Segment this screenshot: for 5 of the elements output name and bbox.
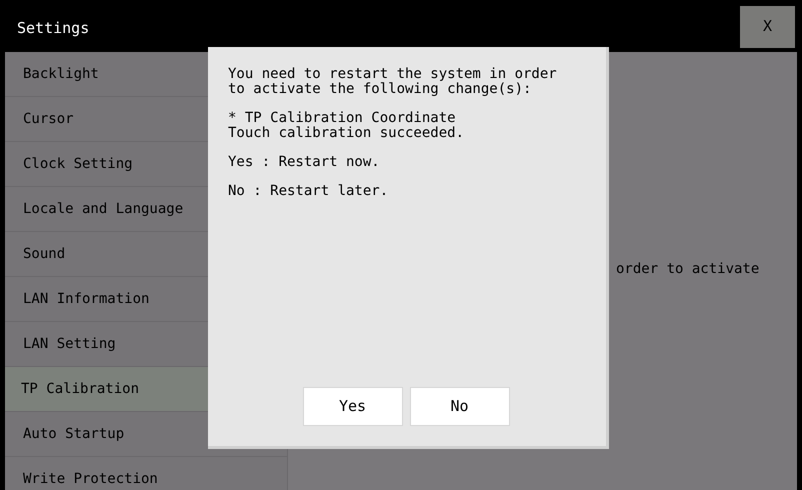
dialog-button[interactable]: Yes: [302, 387, 402, 426]
window-title: Settings: [16, 18, 90, 40]
close-button[interactable]: X: [740, 6, 795, 48]
dialog-button[interactable]: No: [410, 387, 510, 426]
content-text: order to activate: [616, 260, 760, 278]
